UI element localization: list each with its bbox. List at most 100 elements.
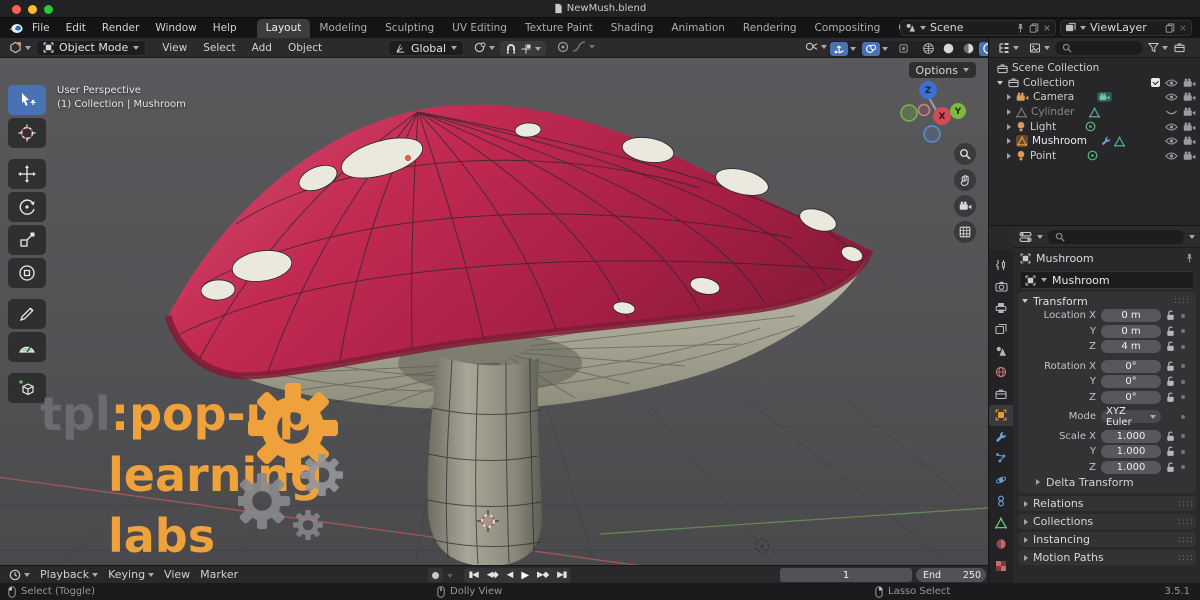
animate-dot[interactable]	[1181, 450, 1185, 454]
options-button[interactable]: Options	[909, 62, 976, 78]
perspective-toggle-button[interactable]	[954, 221, 976, 243]
overlays-toggle[interactable]	[862, 42, 880, 56]
axis-neg-z-ball[interactable]	[924, 126, 940, 142]
expand-arrow-icon[interactable]	[1007, 94, 1011, 100]
tab-output[interactable]	[989, 297, 1013, 319]
outliner-display-mode[interactable]	[993, 42, 1024, 54]
outliner-search-input[interactable]	[1055, 41, 1143, 55]
hide-icon[interactable]	[1165, 122, 1178, 132]
close-window-button[interactable]	[12, 5, 21, 14]
properties-options-caret[interactable]	[1189, 235, 1195, 239]
tab-sculpting[interactable]: Sculpting	[376, 19, 443, 38]
unhide-icon[interactable]	[1165, 107, 1178, 117]
outliner-row-collection[interactable]: Collection	[989, 76, 1200, 91]
new-scene-icon[interactable]	[1029, 23, 1039, 33]
collapse-arrow-icon[interactable]	[997, 81, 1003, 85]
rotation-mode-dropdown[interactable]: XYZ Euler	[1101, 410, 1161, 423]
transform-tool[interactable]	[8, 258, 46, 288]
menu-add[interactable]: Add	[244, 42, 280, 54]
new-view-layer-icon[interactable]	[1165, 23, 1175, 33]
location-z-field[interactable]: 4 m	[1101, 340, 1161, 353]
tab-constraints[interactable]	[989, 491, 1013, 513]
outliner-row-light[interactable]: Light	[989, 119, 1200, 134]
disable-render-icon[interactable]	[1183, 92, 1196, 102]
tab-object[interactable]	[989, 405, 1013, 427]
lock-icon[interactable]	[1166, 431, 1175, 442]
outliner-row-mushroom[interactable]: Mushroom	[989, 134, 1200, 149]
object-name-field[interactable]: Mushroom	[1019, 271, 1195, 289]
location-x-field[interactable]: 0 m	[1101, 309, 1161, 322]
play-button[interactable]: ▶	[517, 570, 533, 581]
menu-edit[interactable]: Edit	[58, 22, 94, 34]
tab-modifiers[interactable]	[989, 426, 1013, 448]
snap-toggle[interactable]	[500, 41, 546, 56]
move-tool[interactable]	[8, 159, 46, 189]
menu-file[interactable]: File	[24, 22, 58, 34]
tab-uv-editing[interactable]: UV Editing	[443, 19, 516, 38]
xray-toggle[interactable]	[894, 42, 912, 56]
pin-icon[interactable]	[1185, 253, 1194, 263]
menu-view[interactable]: View	[154, 42, 195, 54]
disable-render-icon[interactable]	[1183, 151, 1196, 161]
animate-dot[interactable]	[1181, 345, 1185, 349]
blender-logo-icon[interactable]	[8, 21, 24, 35]
menu-select[interactable]: Select	[195, 42, 243, 54]
remove-view-layer-icon[interactable]	[1179, 24, 1187, 32]
proportional-editing-button[interactable]	[552, 41, 600, 53]
disable-render-icon[interactable]	[1183, 122, 1196, 132]
timeline-editor-button[interactable]	[4, 569, 35, 581]
jump-end-button[interactable]: ▶▮	[553, 570, 571, 580]
tab-texture-paint[interactable]: Texture Paint	[516, 19, 602, 38]
tab-scene[interactable]	[989, 340, 1013, 362]
zoom-view-button[interactable]	[954, 143, 976, 165]
tab-shading[interactable]: Shading	[602, 19, 663, 38]
scale-y-field[interactable]: 1.000	[1101, 445, 1161, 458]
tab-object-data[interactable]	[989, 512, 1013, 534]
outliner-row-camera[interactable]: Camera	[989, 90, 1200, 105]
animate-dot[interactable]	[1181, 380, 1185, 384]
animate-dot[interactable]	[1181, 364, 1185, 368]
menu-marker[interactable]: Marker	[195, 568, 243, 581]
prev-frame-button[interactable]: ◀	[502, 570, 517, 580]
3d-viewport[interactable]: User Perspective (1) Collection | Mushro…	[0, 58, 988, 565]
lock-icon[interactable]	[1166, 310, 1175, 321]
next-keyframe-button[interactable]: ▶◆	[533, 570, 553, 580]
tab-modeling[interactable]: Modeling	[310, 19, 376, 38]
collection-checkbox[interactable]	[1151, 78, 1160, 87]
pivot-point-button[interactable]	[468, 41, 500, 54]
keying-caret[interactable]	[447, 574, 453, 578]
end-frame-field[interactable]: End 250	[918, 568, 986, 582]
animate-dot[interactable]	[1181, 314, 1185, 318]
expand-arrow-icon[interactable]	[1007, 138, 1011, 144]
rotation-z-field[interactable]: 0°	[1101, 391, 1161, 404]
menu-object[interactable]: Object	[280, 42, 330, 54]
light-gizmo[interactable]	[756, 540, 769, 553]
tab-animation[interactable]: Animation	[662, 19, 734, 38]
relations-panel[interactable]: Relations::::	[1018, 496, 1196, 511]
menu-window[interactable]: Window	[147, 22, 204, 34]
transform-orientation-selector[interactable]: Global	[388, 40, 464, 56]
scale-tool[interactable]	[8, 225, 46, 255]
lock-icon[interactable]	[1166, 361, 1175, 372]
rotation-x-field[interactable]: 0°	[1101, 360, 1161, 373]
hide-icon[interactable]	[1165, 136, 1178, 146]
menu-render[interactable]: Render	[94, 22, 147, 34]
menu-help[interactable]: Help	[205, 22, 245, 34]
select-tweak-tool[interactable]	[8, 85, 46, 115]
tab-collection-props[interactable]	[989, 383, 1013, 405]
hide-icon[interactable]	[1165, 92, 1178, 102]
lock-icon[interactable]	[1166, 446, 1175, 457]
unlink-scene-icon[interactable]	[1043, 24, 1051, 32]
minimize-window-button[interactable]	[28, 5, 37, 14]
menu-playback[interactable]: Playback	[35, 568, 103, 581]
tab-render[interactable]	[989, 276, 1013, 298]
tab-physics[interactable]	[989, 469, 1013, 491]
hide-icon[interactable]	[1165, 78, 1178, 88]
outliner-filter-mode[interactable]	[1024, 42, 1055, 54]
rotate-tool[interactable]	[8, 192, 46, 222]
auto-keying-button[interactable]	[428, 568, 443, 582]
collections-panel[interactable]: Collections::::	[1018, 514, 1196, 529]
editor-type-button[interactable]	[4, 41, 36, 54]
axis-neg-y-ball[interactable]	[901, 105, 917, 121]
annotate-tool[interactable]	[8, 299, 46, 329]
